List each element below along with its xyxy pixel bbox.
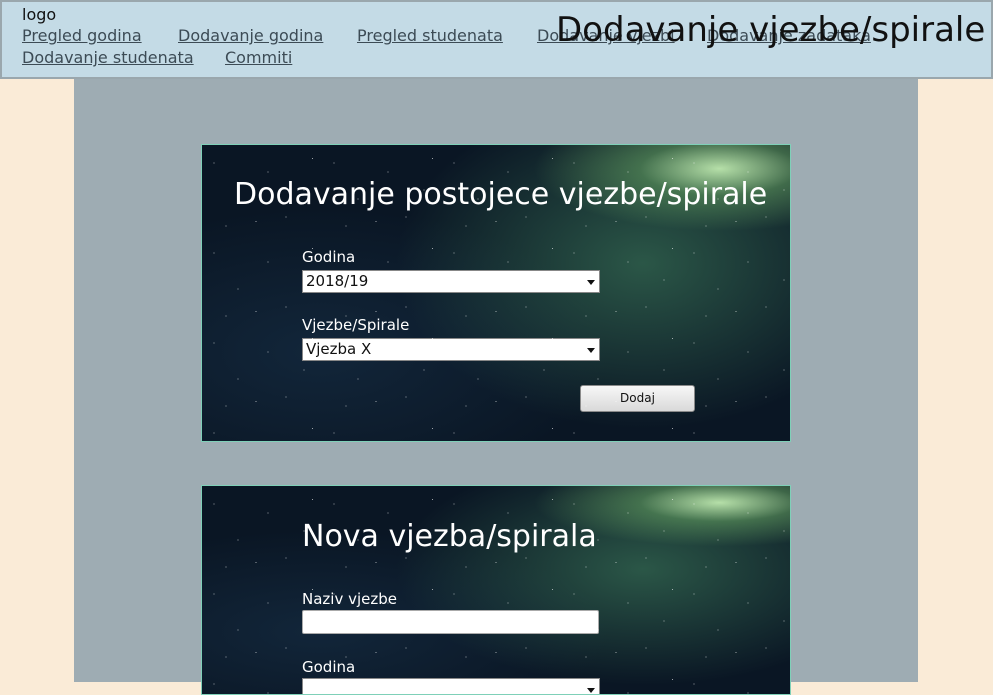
existing-form-title: Dodavanje postojece vjezbe/spirale	[234, 177, 768, 212]
exercise-select[interactable]: Vjezba X	[302, 338, 600, 361]
nav-link-dodavanje-godina[interactable]: Dodavanje godina	[178, 26, 323, 45]
year-label: Godina	[302, 248, 356, 266]
nav-link-pregled-studenata[interactable]: Pregled studenata	[357, 26, 503, 45]
new-exercise-form: Nova vjezba/spirala Naziv vjezbe Godina	[201, 485, 791, 695]
add-button[interactable]: Dodaj	[580, 385, 695, 412]
year-select-value: 2018/19	[306, 272, 369, 290]
new-year-select[interactable]	[302, 678, 600, 694]
existing-exercise-form: Dodavanje postojece vjezbe/spirale Godin…	[201, 144, 791, 442]
name-label: Naziv vjezbe	[302, 590, 397, 608]
year-select[interactable]: 2018/19	[302, 270, 600, 293]
nav-link-dodavanje-studenata[interactable]: Dodavanje studenata	[22, 48, 194, 67]
chevron-down-icon	[587, 280, 595, 285]
exercise-label: Vjezbe/Spirale	[302, 316, 410, 334]
chevron-down-icon	[587, 688, 595, 693]
header: logo Pregled godina Dodavanje godina Pre…	[0, 0, 993, 79]
exercise-select-value: Vjezba X	[306, 340, 372, 358]
logo: logo	[22, 5, 57, 24]
page-title: Dodavanje vjezbe/spirale	[556, 10, 986, 50]
chevron-down-icon	[587, 348, 595, 353]
exercise-name-input[interactable]	[302, 610, 599, 634]
new-form-title: Nova vjezba/spirala	[302, 519, 597, 554]
new-year-label: Godina	[302, 658, 356, 676]
main-content: Dodavanje postojece vjezbe/spirale Godin…	[74, 79, 918, 695]
nav-link-pregled-godina[interactable]: Pregled godina	[22, 26, 142, 45]
nav-link-commiti[interactable]: Commiti	[225, 48, 292, 67]
